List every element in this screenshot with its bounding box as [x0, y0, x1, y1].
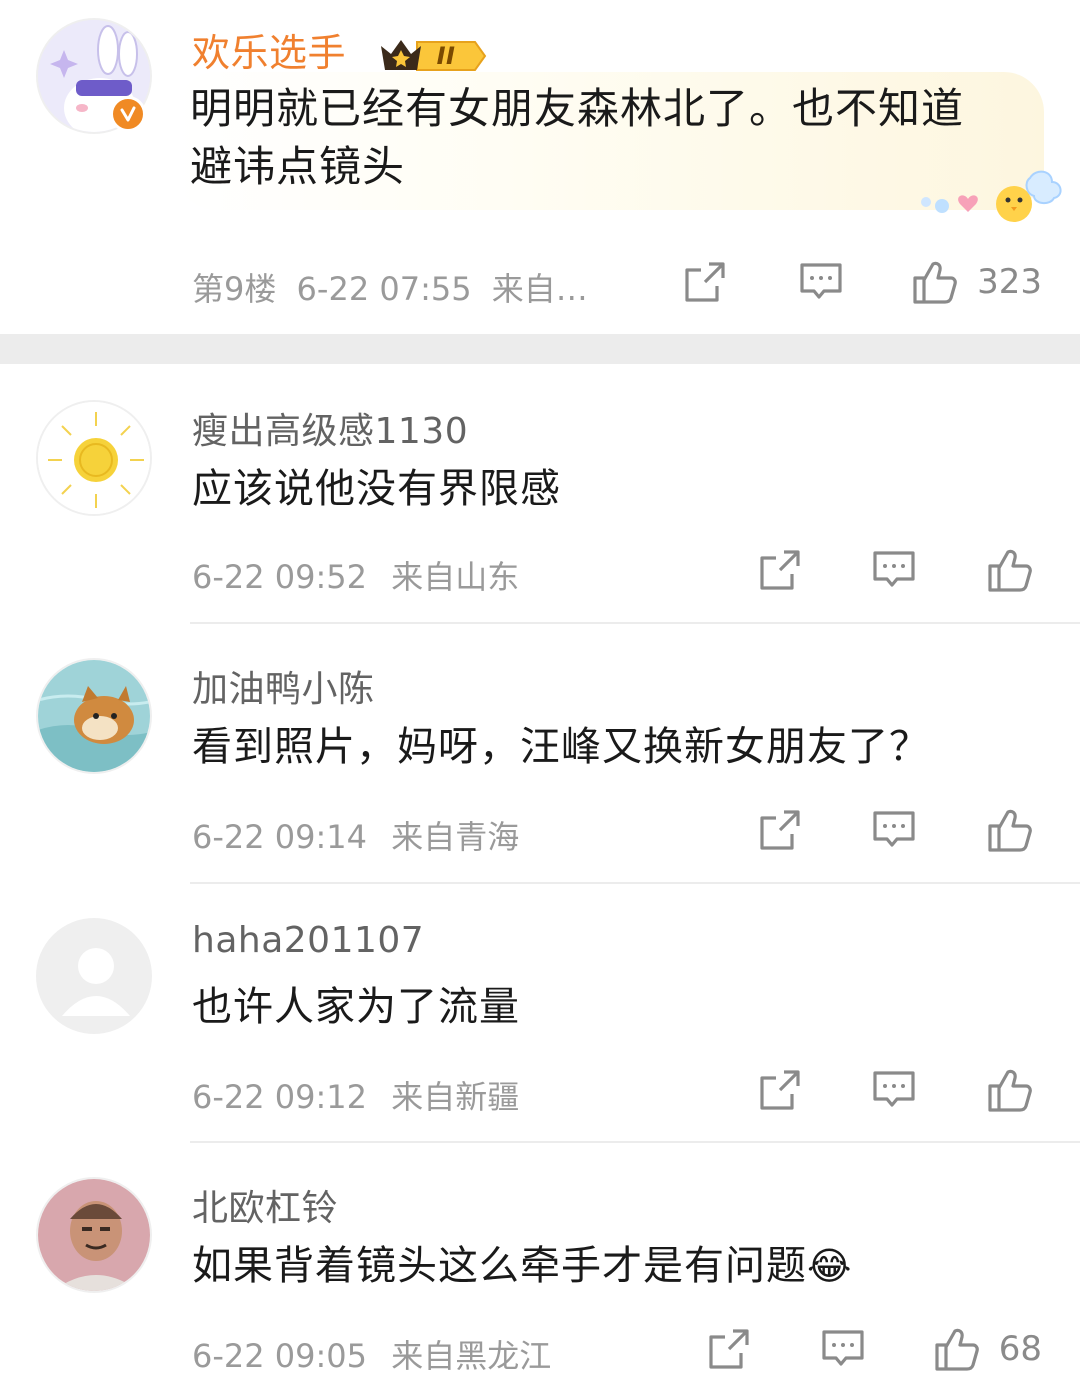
comment-item: 加油鸭小陈 看到照片，妈呀，汪峰又换新女朋友了？ 6-22 09:14 来自青海	[0, 624, 1080, 884]
avatar[interactable]	[36, 658, 152, 774]
username[interactable]: 加油鸭小陈	[192, 660, 375, 712]
like-button[interactable]: 323	[911, 258, 1042, 306]
comment-location: 来自山东	[391, 558, 520, 596]
comment-meta: 6-22 09:52 来自山东	[192, 552, 519, 598]
comment-text: 明明就已经有女朋友森林北了。也不知道 避讳点镜头	[190, 80, 964, 196]
username[interactable]: haha201107	[192, 920, 424, 961]
person-photo-avatar	[38, 1179, 150, 1291]
vip-level-badge: II	[377, 34, 508, 78]
username-text[interactable]: 欢乐选手	[192, 31, 346, 75]
comment-item: 欢乐选手 II 明明就已经有女朋友森林北了。也不知道 避讳点镜头 第9楼 6-2…	[0, 0, 1080, 334]
comment-text-line: 避讳点镜头	[190, 142, 406, 191]
comment-meta: 6-22 09:05 来自黑龙江	[192, 1331, 551, 1377]
comment-icon	[873, 811, 915, 847]
default-gray-avatar	[38, 920, 150, 1032]
reply-button[interactable]	[821, 1327, 865, 1371]
comment-text: 如果背着镜头这么牵手才是有问题😂	[192, 1237, 852, 1295]
username[interactable]: 瘦出高级感1130	[192, 402, 468, 454]
share-button[interactable]	[758, 808, 802, 852]
shiba-dog-avatar	[38, 660, 150, 772]
verified-badge-icon	[110, 96, 146, 132]
vip-level-text: II	[436, 41, 456, 70]
comment-location: 来自…	[491, 270, 588, 308]
share-icon	[709, 1329, 749, 1369]
thumbs-up-icon	[913, 261, 957, 304]
share-button[interactable]	[758, 1068, 802, 1112]
avatar[interactable]	[36, 1177, 152, 1293]
comment-time: 6-22 09:52	[192, 558, 368, 596]
share-icon	[760, 550, 800, 590]
comment-actions: 323	[683, 258, 1042, 306]
username[interactable]: 欢乐选手 II	[192, 22, 507, 78]
reply-button[interactable]	[872, 1068, 916, 1112]
comment-time: 6-22 07:55	[296, 270, 472, 308]
comment-text-body: 如果背着镜头这么牵手才是有问题	[192, 1243, 807, 1289]
comment-icon	[822, 1330, 864, 1366]
sun-drawing-avatar	[38, 402, 150, 514]
comment-time: 6-22 09:14	[192, 818, 368, 856]
comment-location: 来自新疆	[391, 1078, 520, 1116]
comment-item: 北欧杠铃 如果背着镜头这么牵手才是有问题😂 6-22 09:05 来自黑龙江 6…	[0, 1143, 1080, 1396]
comment-meta: 第9楼 6-22 07:55 来自…	[192, 264, 588, 310]
comment-time: 6-22 09:05	[192, 1337, 368, 1375]
comment-icon	[800, 263, 842, 299]
avatar[interactable]	[36, 918, 152, 1034]
reply-button[interactable]	[872, 808, 916, 852]
reply-button[interactable]	[799, 260, 843, 304]
share-icon	[760, 1070, 800, 1110]
share-button[interactable]	[707, 1327, 751, 1371]
share-icon	[760, 810, 800, 850]
comment-location: 来自黑龙江	[391, 1337, 552, 1375]
comment-text: 看到照片，妈呀，汪峰又换新女朋友了？	[192, 724, 930, 770]
comment-text: 应该说他没有界限感	[192, 466, 561, 512]
thumbs-up-icon	[988, 809, 1032, 852]
comment-actions: 68	[707, 1325, 1042, 1373]
share-icon	[685, 262, 725, 302]
like-button[interactable]	[986, 806, 1034, 854]
comment-icon	[873, 551, 915, 587]
thumbs-up-icon	[935, 1328, 979, 1371]
comment-location: 来自青海	[391, 818, 520, 856]
comment-time: 6-22 09:12	[192, 1078, 368, 1116]
comment-meta: 6-22 09:12 来自新疆	[192, 1072, 519, 1118]
comment-actions	[758, 806, 1034, 854]
comment-item: 瘦出高级感1130 应该说他没有界限感 6-22 09:52 来自山东	[0, 364, 1080, 624]
share-button[interactable]	[683, 260, 727, 304]
like-count: 323	[977, 262, 1042, 302]
share-button[interactable]	[758, 548, 802, 592]
thumbs-up-icon	[988, 1069, 1032, 1112]
reply-button[interactable]	[872, 548, 916, 592]
like-button[interactable]	[986, 1066, 1034, 1114]
comment-meta: 6-22 09:14 来自青海	[192, 812, 519, 858]
avatar[interactable]	[36, 400, 152, 516]
comment-item: haha201107 也许人家为了流量 6-22 09:12 来自新疆	[0, 884, 1080, 1144]
comment-actions	[758, 1066, 1034, 1114]
comment-text-line: 明明就已经有女朋友森林北了。也不知道	[190, 84, 965, 133]
thumbs-up-icon	[988, 549, 1032, 592]
section-divider	[0, 334, 1080, 364]
username[interactable]: 北欧杠铃	[192, 1179, 338, 1231]
comment-text: 也许人家为了流量	[192, 984, 520, 1030]
comment-actions	[758, 546, 1034, 594]
floor-number: 第9楼	[192, 270, 277, 308]
laughing-crying-emoji-icon: 😂	[807, 1244, 853, 1288]
like-count: 68	[998, 1329, 1042, 1369]
like-button[interactable]: 68	[933, 1325, 1042, 1373]
comment-icon	[873, 1071, 915, 1107]
like-button[interactable]	[986, 546, 1034, 594]
